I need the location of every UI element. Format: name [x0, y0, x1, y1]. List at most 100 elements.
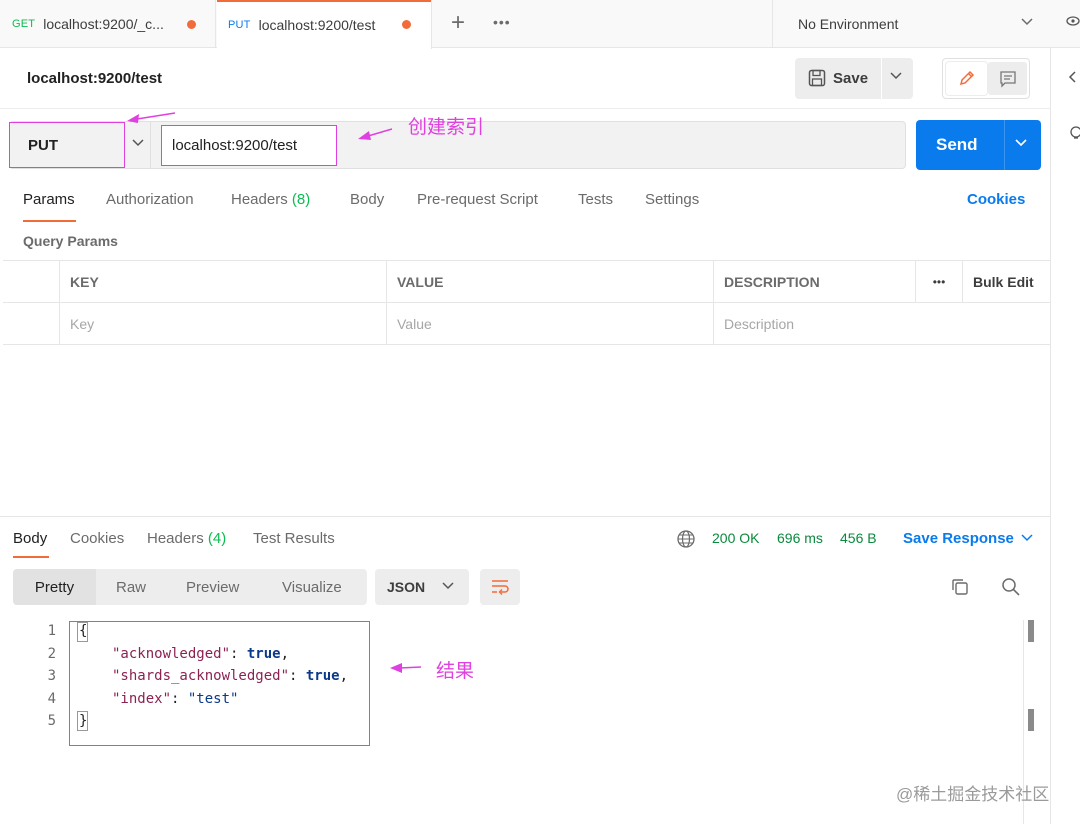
tab-method: GET [12, 18, 36, 30]
response-tab-cookies[interactable]: Cookies [70, 530, 124, 547]
edit-pencil-button[interactable] [946, 62, 987, 95]
divider [0, 516, 1050, 517]
eye-icon[interactable] [1066, 14, 1080, 32]
table-header-row: KEY VALUE DESCRIPTION ••• Bulk Edit [3, 261, 1050, 303]
checkbox-column [3, 303, 59, 345]
lightbulb-icon[interactable] [1068, 126, 1080, 146]
url-value[interactable]: localhost:9200/test [172, 137, 297, 154]
divider [881, 58, 882, 99]
query-params-title: Query Params [23, 233, 118, 249]
right-sidebar [1050, 48, 1080, 824]
column-header-value: VALUE [386, 261, 713, 303]
response-size[interactable]: 456 B [840, 530, 877, 546]
save-button[interactable]: Save [795, 58, 913, 99]
comments-button[interactable] [988, 62, 1027, 95]
params-table: KEY VALUE DESCRIPTION ••• Bulk Edit Key … [3, 260, 1050, 345]
divider [1004, 120, 1005, 170]
scrollbar-thumb[interactable] [1028, 709, 1034, 731]
wrap-lines-button[interactable] [480, 569, 520, 605]
line-number: 1 [47, 623, 56, 639]
view-pretty[interactable]: Pretty [13, 569, 96, 605]
divider [0, 108, 1050, 109]
line-number: 4 [47, 691, 56, 707]
globe-icon[interactable] [676, 529, 696, 552]
request-title[interactable]: localhost:9200/test [27, 70, 162, 87]
save-response-button[interactable]: Save Response [903, 530, 1014, 547]
tab-title: localhost:9200/_c... [43, 16, 164, 32]
active-tab-indicator [13, 556, 49, 558]
tab-pre-request-script[interactable]: Pre-request Script [417, 191, 538, 208]
tab-title: localhost:9200/test [258, 16, 376, 33]
response-tab-headers[interactable]: Headers (4) [147, 530, 226, 547]
send-button[interactable]: Send [916, 120, 1041, 170]
bulk-edit-button[interactable]: Bulk Edit [962, 261, 1050, 303]
method-highlight-box [9, 122, 125, 168]
response-time[interactable]: 696 ms [777, 530, 823, 546]
annotation-create-index: 创建索引 [408, 117, 485, 138]
tab-put-request[interactable]: PUT localhost:9200/test [217, 0, 432, 49]
annotation-arrow-icon [358, 128, 393, 140]
unsaved-dot-icon [402, 20, 411, 29]
chevron-down-icon [131, 135, 145, 153]
tab-body[interactable]: Body [350, 191, 384, 208]
annotation-arrow-icon [390, 663, 422, 673]
response-headers-label: Headers [147, 530, 204, 547]
response-headers-count: (4) [207, 530, 227, 547]
response-tab-test-results[interactable]: Test Results [253, 530, 335, 547]
code-icon[interactable] [1068, 70, 1080, 88]
unsaved-dot-icon [187, 20, 196, 29]
tab-method: PUT [228, 18, 251, 31]
view-toggle-group [942, 58, 1030, 99]
new-tab-plus-icon[interactable]: + [447, 11, 469, 35]
chevron-down-icon[interactable] [1020, 530, 1034, 547]
tab-headers[interactable]: Headers (8) [231, 191, 310, 208]
save-label: Save [833, 70, 869, 87]
chevron-down-icon [441, 578, 455, 595]
response-tab-body[interactable]: Body [13, 530, 47, 547]
format-label: JSON [387, 579, 426, 595]
comment-icon [1000, 71, 1016, 88]
environment-selector[interactable]: No Environment [772, 0, 1050, 48]
format-select[interactable]: JSON [375, 569, 469, 605]
pencil-icon [959, 70, 975, 86]
tab-get-request[interactable]: GET localhost:9200/_c... [0, 0, 216, 48]
table-row: Key Value Description [3, 303, 1050, 345]
search-icon[interactable] [1001, 577, 1021, 600]
chevron-down-icon [1020, 14, 1034, 33]
tab-authorization[interactable]: Authorization [106, 191, 194, 208]
view-preview[interactable]: Preview [186, 569, 239, 605]
environment-label: No Environment [798, 16, 899, 32]
value-input[interactable]: Value [386, 303, 713, 345]
status-code[interactable]: 200 OK [712, 530, 759, 546]
tabs-more-icon[interactable]: ••• [493, 14, 511, 30]
checkbox-column [3, 261, 59, 303]
view-visualize[interactable]: Visualize [282, 569, 342, 605]
tab-params[interactable]: Params [23, 191, 75, 208]
chevron-down-icon[interactable] [1014, 135, 1028, 153]
tab-settings[interactable]: Settings [645, 191, 699, 208]
chevron-down-icon[interactable] [889, 68, 903, 86]
view-raw[interactable]: Raw [116, 569, 146, 605]
send-label: Send [936, 135, 978, 154]
line-number: 3 [47, 668, 56, 684]
key-input[interactable]: Key [59, 303, 386, 345]
cookies-link[interactable]: Cookies [967, 191, 1025, 208]
line-number: 2 [47, 646, 56, 662]
description-input[interactable]: Description [713, 303, 1050, 345]
watermark: @稀土掘金技术社区 [896, 785, 1050, 804]
result-highlight-box [69, 621, 370, 746]
active-tab-indicator [23, 220, 76, 222]
wrap-lines-icon [492, 580, 509, 596]
headers-count: (8) [291, 191, 311, 208]
annotation-arrow-icon [127, 112, 176, 123]
active-tab-indicator [217, 0, 431, 2]
scrollbar-thumb[interactable] [1028, 620, 1034, 642]
copy-icon[interactable] [950, 577, 970, 600]
more-options-icon[interactable]: ••• [915, 261, 962, 303]
tab-headers-label: Headers [231, 191, 288, 208]
tab-tests[interactable]: Tests [578, 191, 613, 208]
response-view-selector: Pretty Raw Preview Visualize [13, 569, 367, 605]
line-number: 5 [47, 713, 56, 729]
column-header-key: KEY [59, 261, 386, 303]
column-header-description: DESCRIPTION [713, 261, 915, 303]
